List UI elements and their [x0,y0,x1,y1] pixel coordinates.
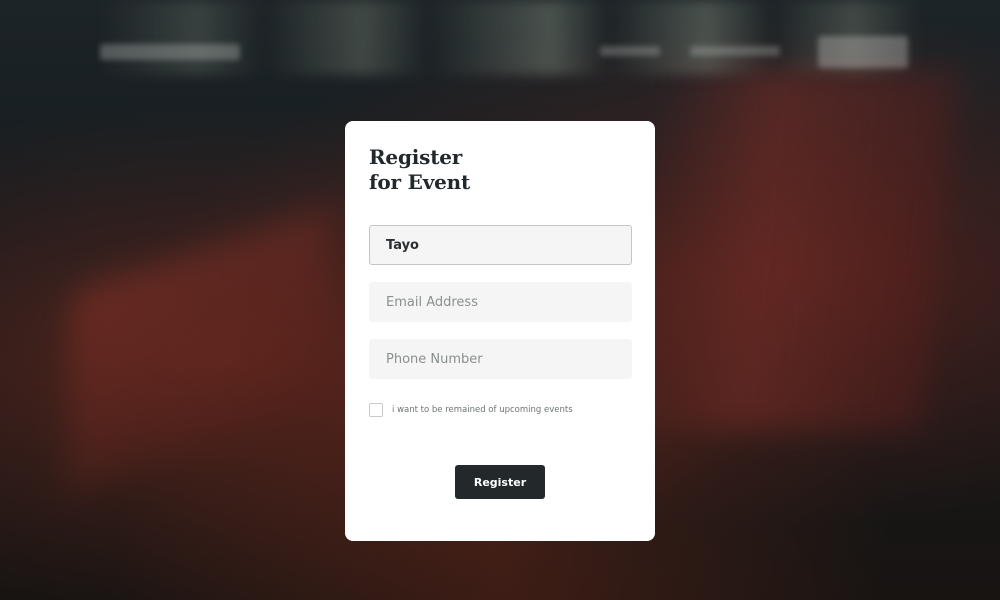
registration-card: Register for Event i want to be remained… [345,121,655,541]
blurred-nav-button [818,36,908,68]
form-title: Register for Event [369,145,499,195]
blurred-logo [100,44,240,60]
blurred-nav-link [690,46,780,56]
name-input[interactable] [369,225,632,265]
phone-input[interactable] [369,339,632,379]
reminder-option: i want to be remained of upcoming events [369,403,573,417]
blurred-nav-link [600,46,660,56]
blurred-navigation-bar [0,36,1000,70]
background-pews-right [621,70,959,430]
form-title-line-2: for Event [369,170,471,194]
reminder-checkbox[interactable] [369,403,383,417]
register-button[interactable]: Register [455,465,545,499]
reminder-label: i want to be remained of upcoming events [392,405,573,415]
background-pews-left [70,207,330,493]
email-input[interactable] [369,282,632,322]
form-title-line-1: Register [369,145,463,169]
